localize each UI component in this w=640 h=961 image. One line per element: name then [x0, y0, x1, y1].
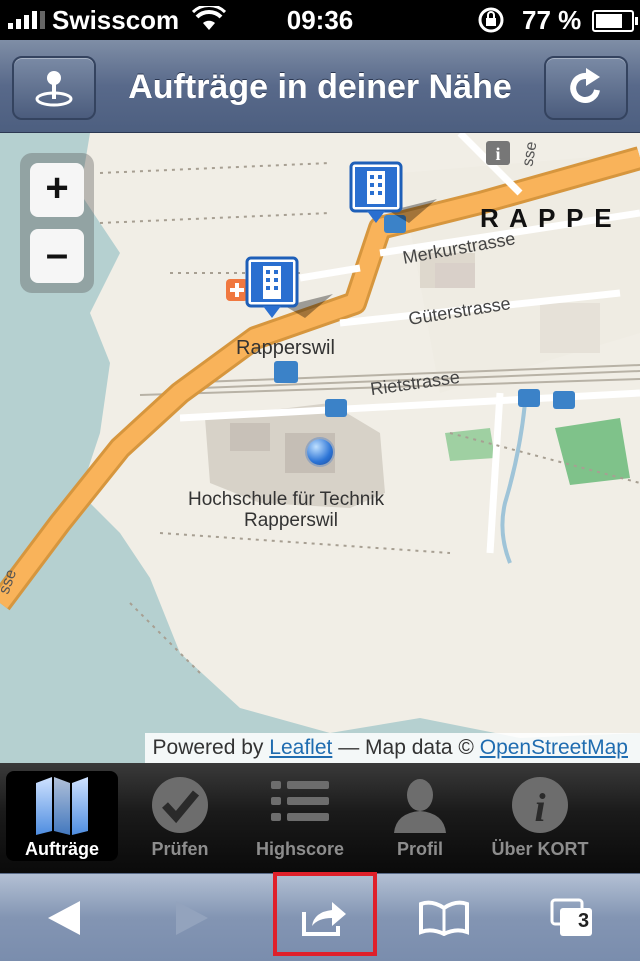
info-icon: i — [512, 777, 568, 833]
openstreetmap-link[interactable]: OpenStreetMap — [480, 736, 628, 759]
tab-label: Profil — [396, 839, 443, 859]
tab-ueber-kort[interactable]: i Über KORT — [484, 771, 596, 861]
zoom-out-button[interactable]: – — [30, 229, 84, 283]
attribution-prefix: Powered by — [152, 736, 264, 759]
forward-icon — [176, 900, 208, 935]
checkmark-icon — [152, 777, 208, 833]
refresh-button[interactable] — [544, 56, 628, 120]
battery-icon — [592, 10, 638, 32]
share-highlight-box — [273, 872, 377, 956]
leaflet-link[interactable]: Leaflet — [269, 736, 332, 759]
forward-button[interactable] — [142, 874, 242, 961]
tab-pruefen[interactable]: Prüfen — [124, 771, 236, 861]
tab-label: Über KORT — [491, 839, 589, 859]
tab-label: Prüfen — [151, 839, 209, 859]
title-bar: Aufträge in deiner Nähe — [0, 40, 640, 133]
svg-text:i: i — [495, 144, 500, 164]
building-marker-icon — [349, 161, 437, 223]
map-label-uni-1: Hochschule für Technik — [188, 489, 385, 510]
locate-pin-icon — [35, 71, 73, 107]
map-label-town: R A P P E — [480, 203, 614, 233]
job-marker[interactable] — [245, 256, 333, 324]
rotation-lock-icon — [476, 6, 506, 41]
map-label-rapperswil: Rapperswil — [236, 337, 335, 359]
map-label-uni-2: Rapperswil — [244, 510, 338, 531]
bookmarks-icon — [419, 900, 469, 936]
page-title: Aufträge in deiner Nähe — [128, 68, 512, 106]
back-icon — [48, 900, 80, 935]
map-attribution: Powered by Leaflet — Map data © OpenStre… — [144, 733, 640, 763]
map-view[interactable]: i R A P P E Merkurstrasse Güterstrasse R… — [0, 133, 640, 763]
zoom-control: + – — [20, 153, 94, 293]
bookmarks-button[interactable] — [394, 874, 494, 961]
building-marker-icon — [245, 256, 333, 318]
attribution-middle: — Map data © — [338, 736, 474, 759]
tab-profil[interactable]: Profil — [364, 771, 476, 861]
tab-label: Highscore — [255, 839, 345, 859]
status-bar: Swisscom 09:36 77 % — [0, 0, 640, 40]
refresh-icon — [570, 68, 600, 103]
locate-button[interactable] — [12, 56, 96, 120]
battery-percentage: 77 % — [522, 5, 582, 35]
tab-label: Aufträge — [24, 839, 99, 859]
tab-auftraege[interactable]: Aufträge — [6, 771, 118, 861]
pages-button[interactable]: 3 — [522, 874, 622, 961]
current-location-dot — [307, 439, 333, 465]
pages-count: 3 — [578, 910, 590, 932]
user-icon — [394, 779, 446, 833]
job-marker[interactable] — [349, 161, 437, 229]
back-button[interactable] — [14, 874, 114, 961]
list-icon — [271, 781, 329, 821]
tab-bar: Aufträge Prüfen Highscore Profil i Über … — [0, 763, 640, 873]
map-icon — [36, 777, 88, 835]
zoom-in-button[interactable]: + — [30, 163, 84, 217]
tab-highscore[interactable]: Highscore — [244, 771, 356, 861]
svg-text:i: i — [534, 785, 545, 830]
